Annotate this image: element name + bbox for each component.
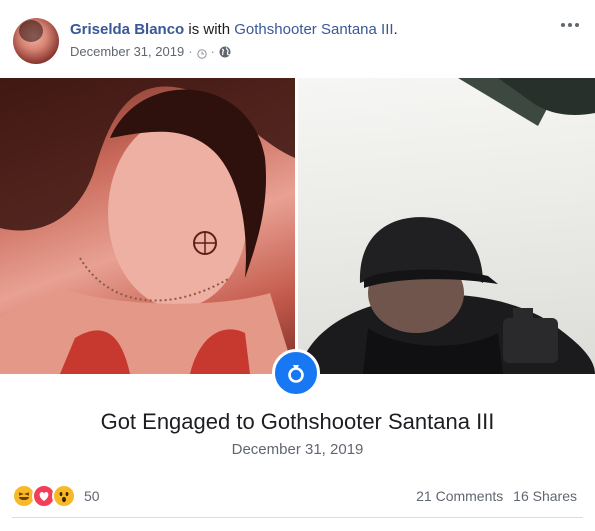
meta-separator: · <box>210 44 215 59</box>
clock-icon <box>196 47 207 59</box>
tagged-person-link[interactable]: Gothshooter Santana III <box>234 21 393 38</box>
photo-left[interactable] <box>0 78 295 374</box>
meta-separator: · <box>188 44 193 59</box>
life-event-date: December 31, 2019 <box>231 441 364 458</box>
post-timestamp[interactable]: December 31, 2019 <box>70 44 184 59</box>
post-title-line: Griselda Blanco is with Gothshooter Sant… <box>70 20 398 40</box>
globe-icon[interactable] <box>219 46 231 58</box>
life-event-title: Got Engaged to Gothshooter Santana III <box>100 409 495 434</box>
more-options-icon <box>561 23 579 27</box>
post-meta: December 31, 2019 · · <box>70 44 231 59</box>
with-text: is with <box>188 21 231 38</box>
ring-icon <box>288 365 304 383</box>
shares-count-link[interactable]: 16 Shares <box>513 488 577 504</box>
post-card: Griselda Blanco is with Gothshooter Sant… <box>0 0 595 531</box>
post-header: Griselda Blanco is with Gothshooter Sant… <box>0 0 595 78</box>
more-options-button[interactable] <box>559 18 581 32</box>
title-period: . <box>393 21 398 38</box>
reaction-count: 50 <box>84 488 100 504</box>
comments-count-link[interactable]: 21 Comments <box>416 488 503 504</box>
author-avatar[interactable] <box>13 18 59 64</box>
photo-grid <box>0 78 595 374</box>
footer-divider <box>12 517 583 518</box>
engagement-badge <box>272 349 320 397</box>
wow-icon <box>52 484 76 508</box>
author-name-link[interactable]: Griselda Blanco <box>70 21 184 38</box>
photo-right[interactable] <box>298 78 595 374</box>
engagement-counts: 21 Comments 16 Shares <box>416 488 577 504</box>
reaction-summary[interactable]: 50 <box>12 484 100 508</box>
post-footer: 50 21 Comments 16 Shares <box>12 484 583 512</box>
